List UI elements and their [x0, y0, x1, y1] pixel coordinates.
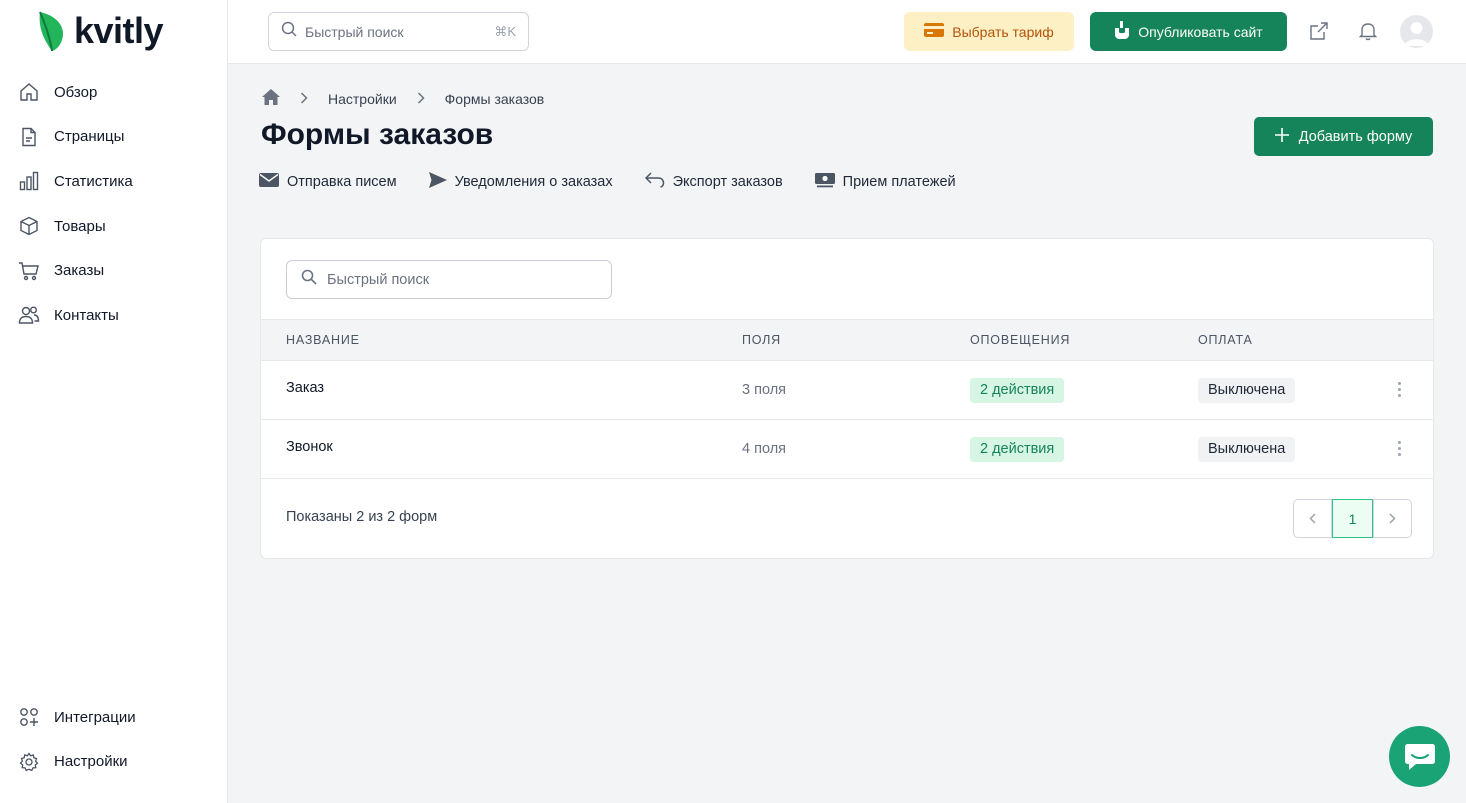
page-title: Формы заказов [261, 118, 494, 151]
bell-icon[interactable] [1357, 20, 1379, 42]
users-icon [18, 304, 40, 326]
external-link-icon[interactable] [1308, 20, 1330, 42]
sidebar-item-pages[interactable]: Страницы [0, 115, 227, 160]
grid-plus-icon [18, 706, 40, 728]
add-form-button[interactable]: Добавить форму [1254, 117, 1433, 156]
avatar[interactable] [1400, 15, 1433, 48]
logo[interactable]: kvitly [36, 10, 164, 52]
topbar: Быстрый поиск ⌘K Выбрать тариф Опубликов… [228, 0, 1466, 64]
form-name[interactable]: Звонок [286, 439, 333, 455]
forms-table-card: Быстрый поиск НАЗВАНИЕ ПОЛЯ ОПОВЕЩЕНИЯ О… [260, 238, 1434, 559]
paper-plane-icon [428, 172, 447, 192]
plus-icon [1274, 127, 1289, 146]
sidebar-item-products[interactable]: Товары [0, 204, 227, 249]
form-fields-count: 4 поля [742, 441, 787, 457]
sidebar-item-overview[interactable]: Обзор [0, 70, 227, 115]
reply-arrow-icon [644, 172, 665, 192]
sidebar-item-label: Настройки [54, 753, 128, 771]
column-header-name[interactable]: НАЗВАНИЕ [286, 333, 360, 347]
box-icon [18, 215, 40, 237]
table-row[interactable]: Заказ 3 поля 2 действия Выключена [261, 361, 1433, 420]
leaf-logo-icon [39, 11, 64, 52]
settings-subnav: Отправка писем Уведомления о заказах Экс… [259, 172, 956, 192]
subnav-export-label: Экспорт заказов [672, 174, 783, 190]
payment-status-badge: Выключена [1198, 437, 1296, 462]
chevron-right-icon [417, 91, 425, 107]
sidebar-item-label: Статистика [54, 172, 133, 190]
pagination-summary: Показаны 2 из 2 форм [286, 509, 438, 525]
payment-status-badge: Выключена [1198, 378, 1296, 403]
publish-icon [1114, 21, 1130, 42]
form-fields-count: 3 поля [742, 382, 787, 398]
envelope-icon [259, 173, 279, 191]
logo-text: kvitly [74, 10, 164, 51]
sidebar-item-label: Товары [54, 217, 106, 235]
page-button-current[interactable]: 1 [1332, 499, 1373, 538]
choose-tariff-button[interactable]: Выбрать тариф [904, 12, 1074, 51]
sidebar-nav: Обзор Страницы Статистика Товары Заказы [0, 70, 227, 338]
home-icon [18, 81, 40, 103]
sidebar-item-label: Контакты [54, 306, 119, 324]
cart-icon [18, 260, 40, 282]
chat-bubble-icon [1404, 743, 1435, 770]
pagination: 1 [1293, 499, 1412, 538]
subnav-notifications-label: Уведомления о заказах [454, 174, 613, 190]
sidebar-item-label: Страницы [54, 128, 125, 146]
chevron-left-icon [1309, 513, 1316, 524]
quick-search-input[interactable]: Быстрый поиск ⌘K [268, 12, 529, 51]
chevron-right-icon [1389, 513, 1396, 524]
table-row[interactable]: Звонок 4 поля 2 действия Выключена [261, 420, 1433, 479]
search-placeholder: Быстрый поиск [305, 23, 404, 40]
choose-tariff-label: Выбрать тариф [952, 23, 1054, 40]
subnav-emails[interactable]: Отправка писем [259, 173, 397, 191]
notifications-badge: 2 действия [970, 437, 1065, 462]
gear-icon [18, 751, 40, 773]
chevron-right-icon [300, 91, 308, 107]
search-icon [281, 21, 297, 42]
home-icon[interactable] [262, 89, 280, 108]
table-header: НАЗВАНИЕ ПОЛЯ ОПОВЕЩЕНИЯ ОПЛАТА [261, 319, 1433, 361]
next-page-button[interactable] [1373, 499, 1412, 538]
sidebar-item-label: Заказы [54, 262, 105, 280]
sidebar-item-contacts[interactable]: Контакты [0, 293, 227, 338]
row-menu-icon[interactable] [1391, 379, 1407, 399]
column-header-payment[interactable]: ОПЛАТА [1198, 333, 1253, 347]
sidebar-item-settings[interactable]: Настройки [0, 740, 227, 785]
sidebar-item-statistics[interactable]: Статистика [0, 159, 227, 204]
chat-widget-button[interactable] [1389, 726, 1450, 787]
search-shortcut: ⌘K [494, 23, 516, 39]
publish-site-button[interactable]: Опубликовать сайт [1090, 12, 1287, 51]
sidebar-bottom-nav: Интеграции Настройки [0, 695, 227, 784]
sidebar-item-label: Обзор [54, 83, 98, 101]
search-icon [301, 269, 317, 290]
form-name[interactable]: Заказ [286, 380, 324, 396]
table-search-input[interactable]: Быстрый поиск [286, 260, 612, 299]
subnav-emails-label: Отправка писем [287, 174, 397, 190]
add-form-label: Добавить форму [1298, 128, 1413, 145]
subnav-export[interactable]: Экспорт заказов [644, 172, 783, 192]
table-search-placeholder: Быстрый поиск [327, 271, 430, 288]
subnav-notifications[interactable]: Уведомления о заказах [428, 172, 613, 192]
column-header-fields[interactable]: ПОЛЯ [742, 333, 781, 347]
bar-chart-icon [18, 170, 40, 192]
breadcrumb-current: Формы заказов [444, 90, 545, 107]
row-menu-icon[interactable] [1391, 438, 1407, 458]
credit-card-icon [924, 23, 945, 40]
subnav-payments-label: Прием платежей [842, 174, 956, 190]
sidebar-item-label: Интеграции [54, 708, 136, 726]
subnav-payments[interactable]: Прием платежей [814, 172, 956, 192]
sidebar-item-orders[interactable]: Заказы [0, 248, 227, 293]
publish-site-label: Опубликовать сайт [1138, 23, 1263, 40]
notifications-badge: 2 действия [970, 378, 1065, 403]
breadcrumb-settings-link[interactable]: Настройки [328, 91, 397, 107]
sidebar: kvitly Обзор Страницы Статистика Товары [0, 0, 228, 803]
money-icon [814, 172, 835, 192]
sidebar-item-integrations[interactable]: Интеграции [0, 695, 227, 740]
file-icon [18, 126, 40, 148]
breadcrumb: Настройки Формы заказов [262, 89, 544, 108]
column-header-notifications[interactable]: ОПОВЕЩЕНИЯ [970, 333, 1070, 347]
prev-page-button[interactable] [1293, 499, 1332, 538]
